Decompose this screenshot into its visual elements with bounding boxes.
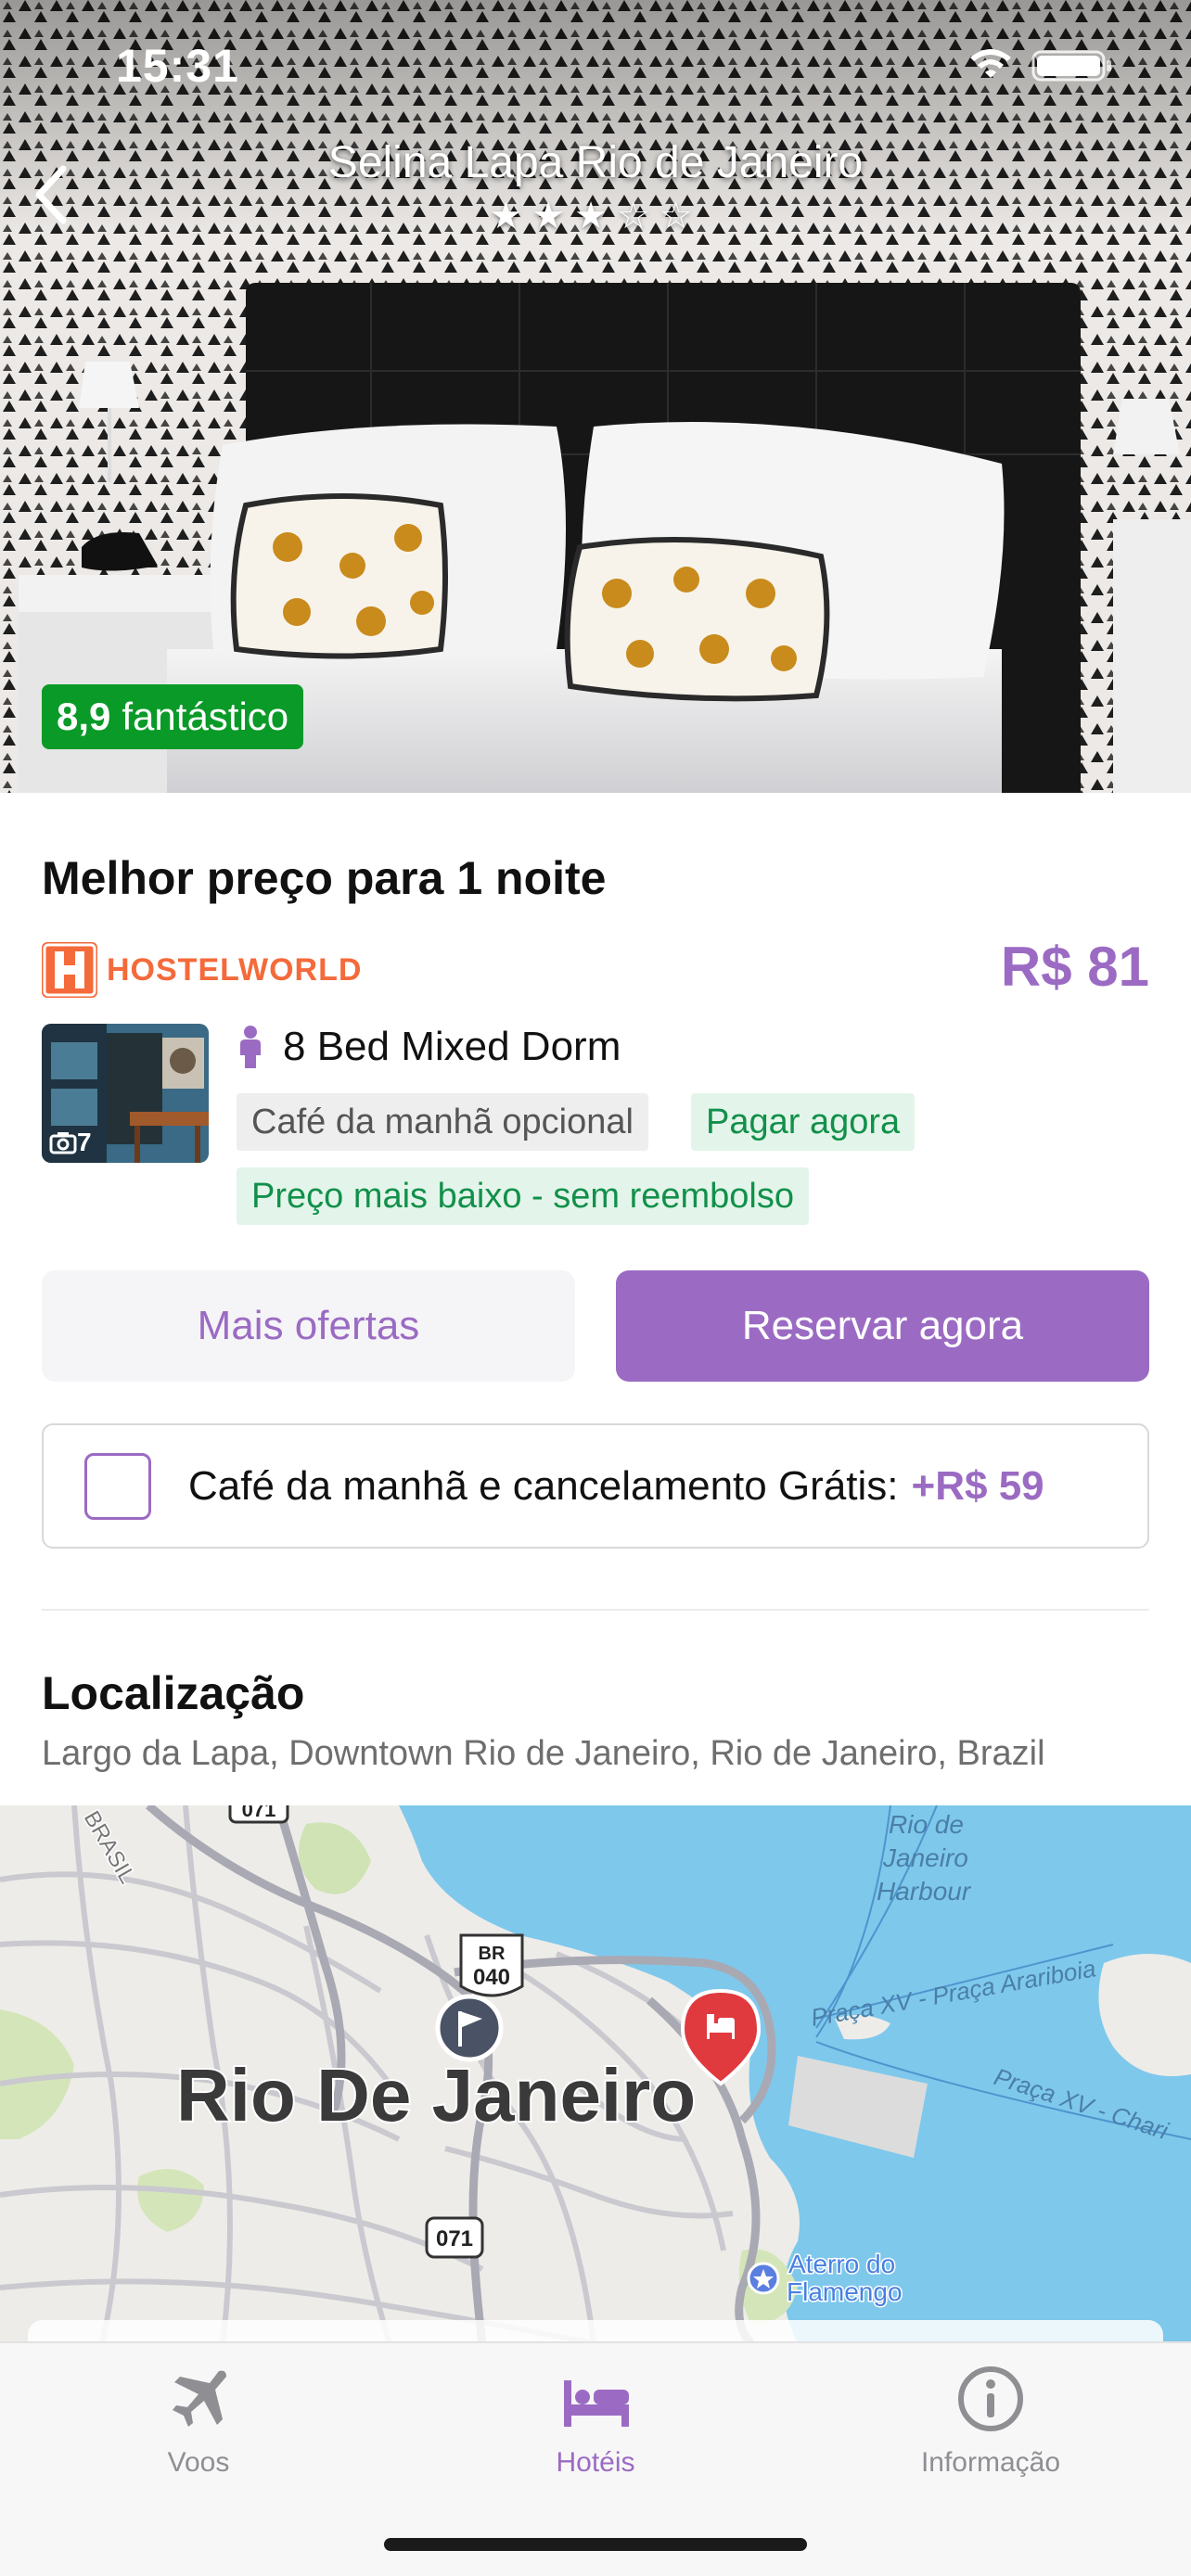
hotel-address: Largo da Lapa, Downtown Rio de Janeiro, …	[42, 1734, 1045, 1773]
provider-logo: HOSTELWORLD	[42, 942, 362, 998]
home-indicator[interactable]	[384, 2538, 807, 2551]
map-city-label: Rio De Janeiro	[176, 2054, 696, 2136]
park-poi-icon	[747, 2262, 780, 2295]
flag-pin-icon	[435, 1994, 504, 2062]
breakfast-cancellation-addon[interactable]: Café da manhã e cancelamento Grátis: +R$…	[42, 1423, 1149, 1549]
person-icon	[240, 1026, 261, 1068]
map-harbour-label-3: Harbour	[877, 1877, 972, 1906]
room-name: 8 Bed Mixed Dorm	[283, 1024, 621, 1069]
best-price-title: Melhor preço para 1 noite	[42, 852, 607, 904]
map-harbour-label-1: Rio de	[889, 1810, 964, 1839]
tab-flights-label: Voos	[167, 2447, 230, 2478]
tab-flights[interactable]: Voos	[59, 2362, 338, 2479]
photo-count-value: 7	[77, 1128, 92, 1156]
hotel-room-photo	[0, 0, 1191, 793]
map-park-label-1: Aterro do	[788, 2250, 895, 2278]
addon-checkbox[interactable]	[84, 1452, 151, 1520]
svg-text:071: 071	[242, 1805, 276, 1821]
hotel-photo-hero[interactable]: 15:31 Selina Lapa Rio de Janeiro ★★★☆☆ 8…	[0, 0, 1191, 793]
photo-count: 7	[49, 1128, 92, 1157]
tab-hotels[interactable]: Hotéis	[456, 2362, 735, 2479]
rating-score: 8,9	[57, 695, 111, 738]
non-refundable-tag: Preço mais baixo - sem reembolso	[237, 1167, 809, 1225]
rating-label: fantástico	[122, 695, 289, 738]
provider-name: HOSTELWORLD	[107, 951, 363, 988]
wifi-icon	[970, 49, 1011, 78]
svg-text:BR: BR	[479, 1944, 506, 1964]
svg-text:040: 040	[473, 1965, 510, 1990]
camera-icon	[49, 1132, 77, 1154]
road-shield-071-top: 071	[228, 1805, 289, 1824]
info-icon	[958, 2366, 1023, 2431]
addon-label: Café da manhã e cancelamento Grátis:	[188, 1462, 899, 1509]
tab-info-label: Informação	[920, 2447, 1061, 2478]
map-harbour-label-2: Janeiro	[882, 1843, 968, 1872]
room-thumbnail[interactable]: 7	[42, 1024, 209, 1163]
addon-price: +R$ 59	[911, 1462, 1044, 1509]
breakfast-optional-tag: Café da manhã opcional	[237, 1093, 648, 1151]
location-title: Localização	[42, 1667, 305, 1719]
tab-hotels-label: Hotéis	[556, 2447, 635, 2478]
status-icons	[970, 49, 1111, 82]
hotel-star-rating: ★★★☆☆	[489, 196, 702, 236]
hostelworld-logo-icon	[42, 942, 97, 998]
room-type: 8 Bed Mixed Dorm	[237, 1024, 621, 1070]
more-offers-button[interactable]: Mais ofertas	[42, 1270, 575, 1382]
book-now-button[interactable]: Reservar agora	[616, 1270, 1149, 1382]
map-park-label-2: Flamengo	[787, 2277, 903, 2306]
svg-text:071: 071	[436, 2226, 473, 2251]
rating-badge: 8,9 fantástico	[42, 684, 304, 749]
location-map[interactable]: Rio De Janeiro Rio de Janeiro Harbour Pr…	[0, 1805, 1191, 2343]
offer-price: R$ 81	[1000, 936, 1149, 998]
airplane-icon	[173, 2370, 226, 2427]
tab-info[interactable]: Informação	[852, 2362, 1130, 2479]
bed-icon	[564, 2380, 629, 2427]
map-canvas: Rio De Janeiro Rio de Janeiro Harbour Pr…	[0, 1805, 1191, 2343]
status-time: 15:31	[116, 40, 239, 92]
section-divider	[42, 1609, 1149, 1611]
road-shield-071: 071	[425, 2216, 484, 2259]
battery-icon	[1031, 50, 1111, 82]
hotel-name: Selina Lapa Rio de Janeiro	[327, 138, 864, 187]
road-shield-br040: BR 040	[459, 1933, 524, 1997]
pay-now-tag: Pagar agora	[691, 1093, 916, 1151]
